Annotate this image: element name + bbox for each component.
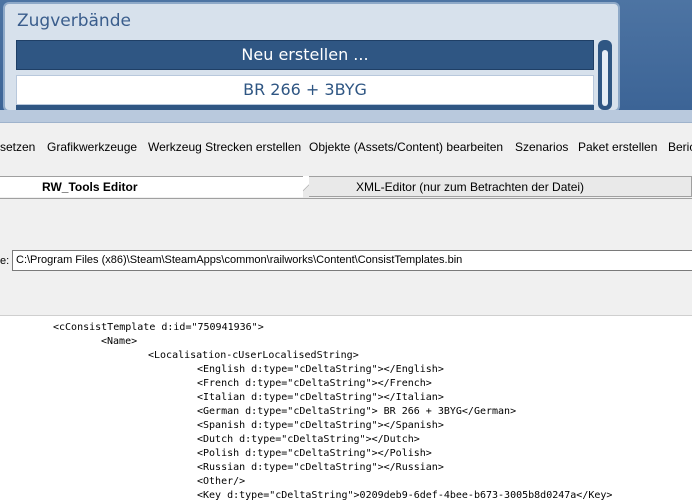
menu-item-setzen[interactable]: setzen (0, 140, 35, 154)
menu-item-berichte[interactable]: Beric (668, 140, 692, 154)
menu-item-grafikwerkzeuge[interactable]: Grafikwerkzeuge (47, 140, 137, 154)
menu-item-objekte[interactable]: Objekte (Assets/Content) bearbeiten (309, 140, 503, 154)
xml-line: <Polish d:type="cDeltaString"></Polish> (197, 448, 432, 459)
scrollbar-thumb[interactable] (602, 50, 608, 106)
window-title-strip (0, 110, 692, 123)
xml-line: <cConsistTemplate d:id="750941936"> (53, 322, 264, 333)
create-new-button[interactable]: Neu erstellen ... (16, 40, 594, 70)
menu-item-paket[interactable]: Paket erstellen (578, 140, 657, 154)
panel-title: Zugverbände (17, 11, 131, 31)
scrollbar[interactable] (598, 40, 612, 110)
consist-list-item[interactable]: BR 266 + 3BYG (16, 75, 594, 105)
xml-content-area[interactable]: <cConsistTemplate d:id="750941936"> <Nam… (0, 316, 692, 504)
xml-line: <Key d:type="cDeltaString">0209deb9-6def… (197, 490, 613, 501)
menu-item-strecken[interactable]: Werkzeug Strecken erstellen (148, 140, 301, 154)
tab-divider (303, 176, 309, 198)
xml-line: <Other/> (197, 476, 246, 487)
tab-xml-editor[interactable]: XML-Editor (nur zum Betrachten der Datei… (308, 176, 692, 197)
consists-panel: Zugverbände Neu erstellen ... BR 266 + 3… (3, 2, 620, 112)
tab-rw-tools-editor[interactable]: RW_Tools Editor (0, 176, 306, 197)
xml-line: <Spanish d:type="cDeltaString"></Spanish… (197, 420, 444, 431)
xml-line: <English d:type="cDeltaString"></English… (197, 364, 444, 375)
xml-line: <Name> (101, 336, 138, 347)
xml-line: <Italian d:type="cDeltaString"></Italian… (197, 392, 444, 403)
xml-line: <Russian d:type="cDeltaString"></Russian… (197, 462, 444, 473)
xml-line: <Localisation-cUserLocalisedString> (148, 350, 359, 361)
file-path-label: e: (0, 255, 10, 267)
xml-line: <Dutch d:type="cDeltaString"></Dutch> (197, 434, 420, 445)
file-path-field[interactable]: C:\Program Files (x86)\Steam\SteamApps\c… (12, 250, 692, 271)
menu-item-szenarios[interactable]: Szenarios (515, 140, 568, 154)
xml-line: <German d:type="cDeltaString"> BR 266 + … (197, 406, 517, 417)
xml-line: <French d:type="cDeltaString"></French> (197, 378, 432, 389)
menu-bar: setzen Grafikwerkzeuge Werkzeug Strecken… (0, 136, 692, 158)
tab-strip: RW_Tools Editor XML-Editor (nur zum Betr… (0, 174, 692, 199)
